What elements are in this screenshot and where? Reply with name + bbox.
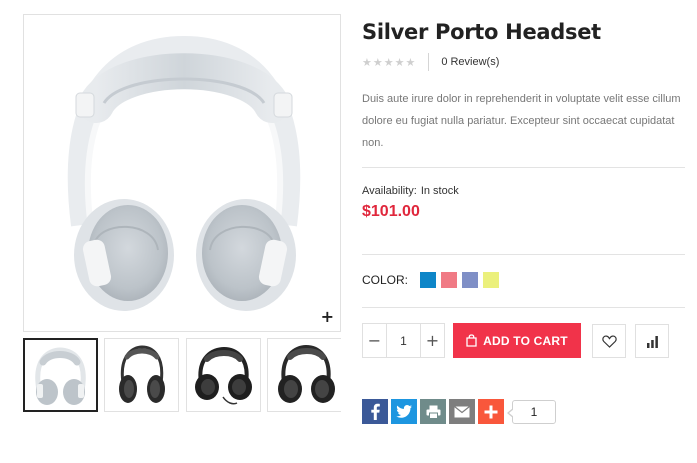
more-share-button[interactable] bbox=[478, 399, 504, 424]
wishlist-button[interactable] bbox=[592, 324, 626, 358]
divider bbox=[362, 307, 685, 308]
shopping-bag-icon bbox=[466, 334, 477, 347]
reviews-link[interactable]: 0 Review(s) bbox=[441, 56, 499, 68]
quantity-minus-button[interactable]: − bbox=[363, 324, 387, 357]
twitter-icon bbox=[396, 405, 412, 418]
thumbnail-black-headphones-2[interactable] bbox=[186, 338, 261, 412]
color-selector: COLOR: bbox=[362, 272, 504, 288]
thumbnail-white-headphones[interactable] bbox=[23, 338, 98, 412]
color-swatch-pink[interactable] bbox=[441, 272, 458, 288]
print-share-button[interactable] bbox=[420, 399, 446, 424]
product-title: Silver Porto Headset bbox=[362, 20, 601, 44]
thumbnail-strip bbox=[23, 338, 341, 412]
availability-label: Availability: bbox=[362, 185, 417, 197]
color-swatch-yellow[interactable] bbox=[483, 272, 500, 288]
facebook-icon bbox=[371, 403, 380, 420]
plus-icon bbox=[484, 405, 498, 418]
compare-button[interactable] bbox=[635, 324, 669, 358]
star-rating: ★★★★★ bbox=[362, 55, 417, 69]
quantity-input[interactable] bbox=[387, 324, 420, 357]
product-price: $101.00 bbox=[362, 203, 420, 220]
availability: Availability: In stock bbox=[362, 185, 459, 197]
envelope-icon bbox=[454, 405, 470, 417]
add-to-cart-label: ADD TO CART bbox=[483, 333, 568, 348]
main-product-image[interactable]: + bbox=[23, 14, 341, 332]
heart-icon bbox=[601, 334, 617, 348]
headphones-thumbnail-icon bbox=[195, 346, 252, 405]
divider bbox=[362, 254, 685, 255]
quantity-stepper: − + bbox=[362, 323, 445, 358]
divider bbox=[362, 167, 685, 168]
headphones-image bbox=[67, 35, 301, 311]
share-count: 1 bbox=[507, 399, 556, 424]
email-share-button[interactable] bbox=[449, 399, 475, 424]
twitter-share-button[interactable] bbox=[391, 399, 417, 424]
bar-chart-icon bbox=[646, 335, 658, 348]
thumbnail-black-headphones-3[interactable] bbox=[267, 338, 341, 412]
color-label: COLOR: bbox=[362, 273, 409, 287]
share-bar: 1 bbox=[362, 399, 556, 424]
thumbnail-black-headphones-1[interactable] bbox=[104, 338, 179, 412]
printer-icon bbox=[426, 405, 440, 419]
color-swatch-blue[interactable] bbox=[420, 272, 437, 288]
rating-row: ★★★★★ 0 Review(s) bbox=[362, 53, 499, 71]
headphones-thumbnail-icon bbox=[278, 344, 335, 403]
color-swatch-lavender[interactable] bbox=[462, 272, 479, 288]
quantity-plus-button[interactable]: + bbox=[420, 324, 444, 357]
facebook-share-button[interactable] bbox=[362, 399, 388, 424]
product-description: Duis aute irure dolor in reprehenderit i… bbox=[362, 93, 681, 149]
zoom-icon[interactable]: + bbox=[321, 309, 334, 325]
add-to-cart-button[interactable]: ADD TO CART bbox=[453, 323, 581, 358]
availability-value: In stock bbox=[420, 185, 459, 197]
headphones-thumbnail-icon bbox=[119, 345, 165, 403]
headphones-thumbnail-icon bbox=[35, 347, 86, 405]
rating-divider bbox=[428, 53, 430, 71]
